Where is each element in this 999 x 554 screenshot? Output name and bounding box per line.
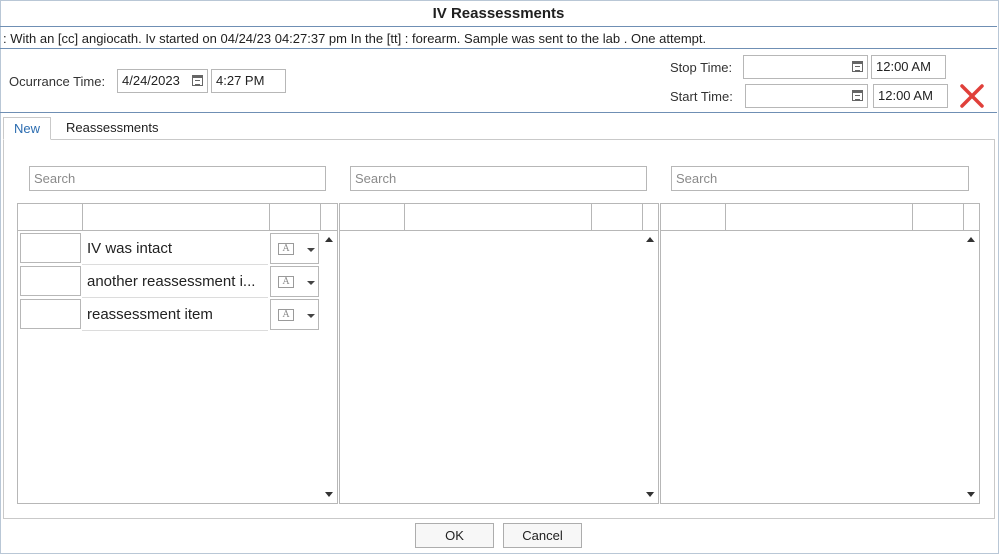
cancel-button[interactable]: Cancel xyxy=(503,523,582,548)
chevron-down-icon xyxy=(307,248,315,252)
calendar-icon[interactable] xyxy=(192,75,203,86)
search-input[interactable]: Search xyxy=(29,166,326,191)
column-header-check[interactable] xyxy=(340,204,405,231)
scroll-up-icon[interactable] xyxy=(646,237,654,242)
item-label: IV was intact xyxy=(82,232,268,265)
occurrence-time-label: Ocurrance Time: xyxy=(9,74,106,89)
calendar-icon[interactable] xyxy=(852,90,863,101)
grid-header xyxy=(661,204,979,231)
row-checkbox[interactable] xyxy=(20,266,81,296)
format-dropdown[interactable]: A xyxy=(270,266,319,297)
start-time-value: 12:00 AM xyxy=(878,88,933,103)
scroll-down-icon[interactable] xyxy=(325,492,333,497)
column-header-item[interactable] xyxy=(405,204,592,231)
chevron-down-icon xyxy=(307,314,315,318)
item-label: reassessment item xyxy=(82,298,268,331)
column-header-format[interactable] xyxy=(592,204,643,231)
start-time-label: Start Time: xyxy=(670,89,733,104)
occurrence-time-field[interactable]: 4:27 PM xyxy=(211,69,286,93)
ok-button[interactable]: OK xyxy=(415,523,494,548)
occurrence-time-value: 4:27 PM xyxy=(216,73,265,88)
grid-header xyxy=(340,204,658,231)
tab-new[interactable]: New xyxy=(3,117,52,140)
reassessment-grid xyxy=(660,203,980,504)
start-time-field[interactable]: 12:00 AM xyxy=(873,84,948,108)
item-label: another reassessment i... xyxy=(82,265,268,298)
occurrence-date-value: 4/24/2023 xyxy=(122,73,180,88)
text-format-icon: A xyxy=(278,243,294,255)
header-divider xyxy=(0,112,997,113)
column-header-format[interactable] xyxy=(913,204,964,231)
scroll-down-icon[interactable] xyxy=(967,492,975,497)
search-input[interactable]: Search xyxy=(350,166,647,191)
row-checkbox[interactable] xyxy=(20,233,81,263)
start-date-field[interactable] xyxy=(745,84,868,108)
iv-summary-text: : With an [cc] angiocath. Iv started on … xyxy=(0,28,997,49)
calendar-icon[interactable] xyxy=(852,61,863,72)
text-format-icon: A xyxy=(278,309,294,321)
stop-time-label: Stop Time: xyxy=(670,60,733,75)
column-header-item[interactable] xyxy=(726,204,913,231)
column-header-format[interactable] xyxy=(270,204,321,231)
dialog-title: IV Reassessments xyxy=(0,0,997,27)
scroll-up-icon[interactable] xyxy=(325,237,333,242)
search-input[interactable]: Search xyxy=(671,166,969,191)
reassessment-grid: IV was intact A another reassessment i..… xyxy=(17,203,338,504)
reassessment-grid xyxy=(339,203,659,504)
format-dropdown[interactable]: A xyxy=(270,299,319,330)
stop-time-value: 12:00 AM xyxy=(876,59,931,74)
scroll-down-icon[interactable] xyxy=(646,492,654,497)
column-header-check[interactable] xyxy=(18,204,83,231)
column-header-item[interactable] xyxy=(83,204,270,231)
format-dropdown[interactable]: A xyxy=(270,233,319,264)
close-icon[interactable] xyxy=(958,83,986,109)
stop-date-field[interactable] xyxy=(743,55,868,79)
row-checkbox[interactable] xyxy=(20,299,81,329)
chevron-down-icon xyxy=(307,281,315,285)
text-format-icon: A xyxy=(278,276,294,288)
occurrence-date-field[interactable]: 4/24/2023 xyxy=(117,69,208,93)
scroll-up-icon[interactable] xyxy=(967,237,975,242)
tab-reassessments[interactable]: Reassessments xyxy=(56,117,168,140)
grid-header xyxy=(18,204,337,231)
stop-time-field[interactable]: 12:00 AM xyxy=(871,55,946,79)
column-header-check[interactable] xyxy=(661,204,726,231)
